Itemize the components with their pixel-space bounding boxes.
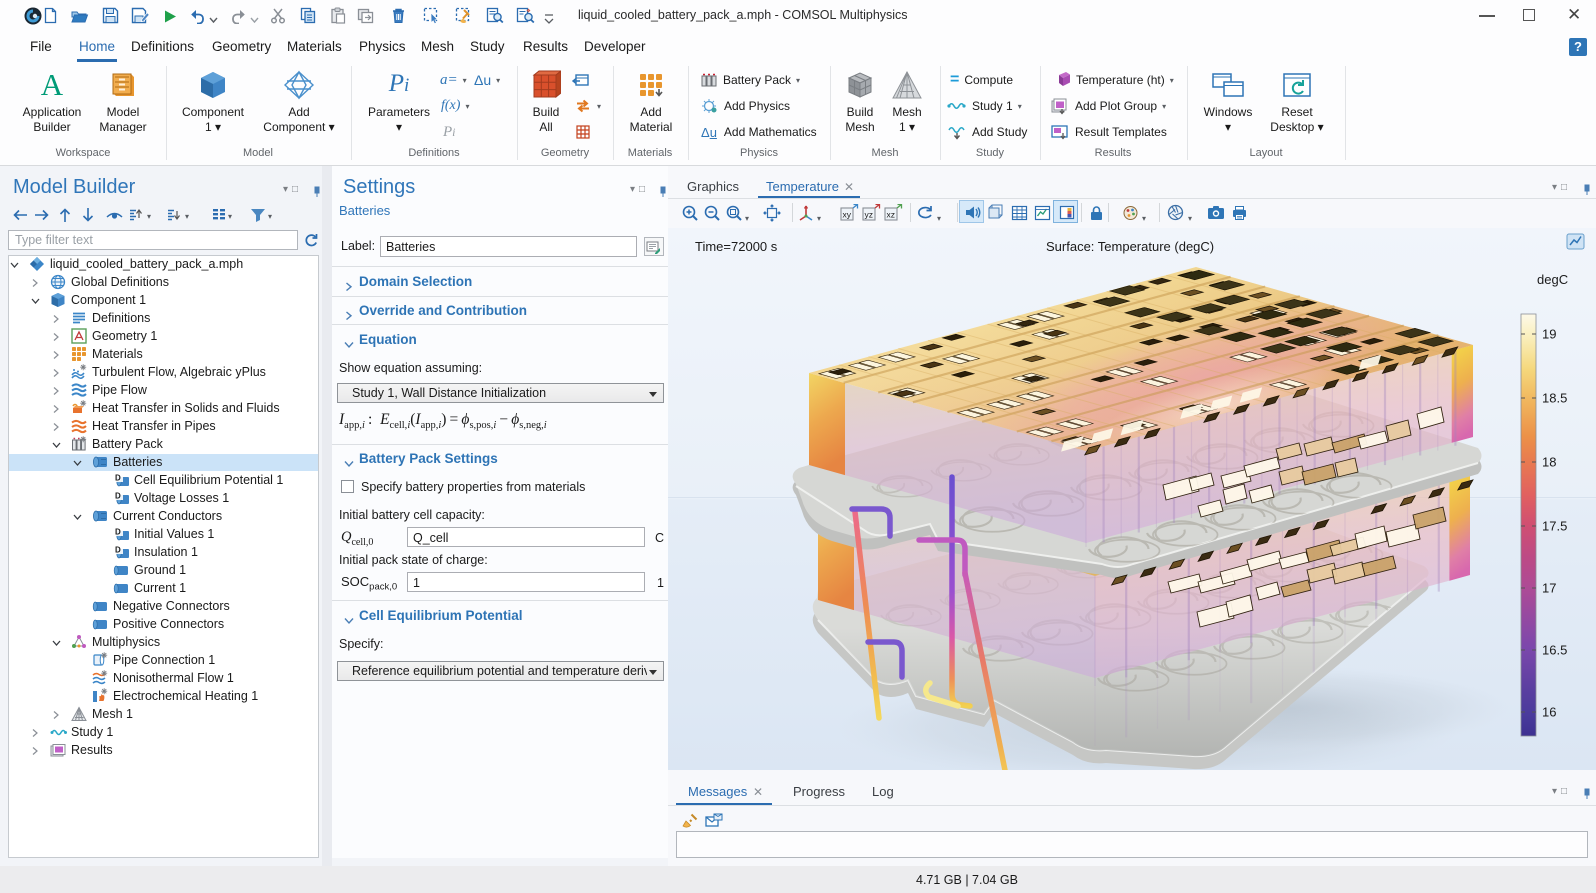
svg-text:D: D xyxy=(115,527,121,536)
svg-text:xy: xy xyxy=(843,210,852,220)
svg-text:16: 16 xyxy=(1542,705,1556,720)
svg-text:D: D xyxy=(115,545,121,554)
svg-text:xz: xz xyxy=(887,210,896,220)
svg-text:yz: yz xyxy=(865,210,874,220)
svg-text:19: 19 xyxy=(1542,327,1556,342)
svg-text:degC: degC xyxy=(1537,272,1568,287)
svg-text:18: 18 xyxy=(1542,455,1556,470)
svg-text:16.5: 16.5 xyxy=(1542,643,1567,658)
svg-text:D: D xyxy=(115,491,121,500)
svg-text:18.5: 18.5 xyxy=(1542,391,1567,406)
svg-text:17: 17 xyxy=(1542,581,1556,596)
svg-text:17.5: 17.5 xyxy=(1542,519,1567,534)
svg-text:D: D xyxy=(115,473,121,482)
